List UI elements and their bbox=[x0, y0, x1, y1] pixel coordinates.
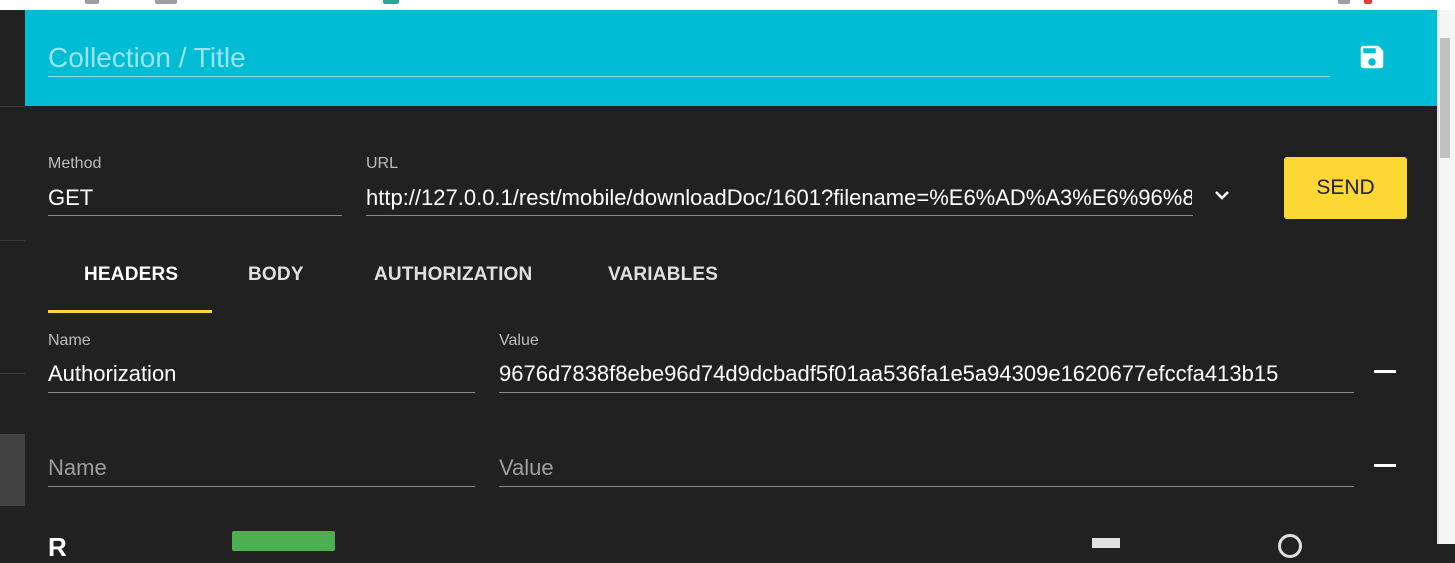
scrollbar[interactable] bbox=[1437, 10, 1455, 544]
collections-sidebar bbox=[0, 10, 25, 544]
header-name-input[interactable]: Authorization bbox=[48, 361, 468, 387]
header-value-label: Value bbox=[499, 332, 539, 349]
url-input[interactable]: http://127.0.0.1/rest/mobile/downloadDoc… bbox=[366, 185, 1192, 211]
tab-authorization[interactable]: AUTHORIZATION bbox=[374, 264, 532, 286]
new-header-name-input[interactable]: Name bbox=[48, 455, 107, 481]
url-label: URL bbox=[366, 155, 399, 172]
header-value-input[interactable]: 9676d7838f8ebe96d74d9dcbadf5f01aa536fa1e… bbox=[499, 361, 1353, 387]
browser-icon bbox=[85, 0, 99, 4]
scrollbar-edge bbox=[1437, 10, 1439, 544]
browser-icon bbox=[1338, 0, 1350, 4]
tab-variables[interactable]: VARIABLES bbox=[608, 264, 718, 286]
collection-title-input[interactable] bbox=[48, 40, 1330, 77]
method-label: Method bbox=[48, 155, 102, 172]
sidebar-divider bbox=[0, 106, 25, 107]
method-select[interactable]: GET bbox=[48, 185, 338, 211]
request-header bbox=[25, 10, 1437, 106]
response-title: R bbox=[48, 532, 67, 562]
status-badge bbox=[232, 531, 335, 551]
size-icon bbox=[1092, 538, 1120, 548]
url-underline bbox=[366, 215, 1193, 216]
remove-header-icon[interactable] bbox=[1374, 370, 1396, 373]
timer-icon bbox=[1278, 534, 1302, 558]
save-icon[interactable] bbox=[1357, 42, 1387, 72]
browser-icon bbox=[155, 0, 177, 4]
remove-header-icon[interactable] bbox=[1374, 464, 1396, 467]
method-underline bbox=[48, 215, 342, 216]
scrollbar-thumb[interactable] bbox=[1440, 38, 1450, 158]
chevron-down-icon[interactable] bbox=[1210, 183, 1234, 207]
new-header-value-underline bbox=[499, 486, 1354, 487]
browser-icon bbox=[1364, 0, 1372, 4]
sidebar-divider bbox=[0, 373, 25, 374]
sidebar-divider bbox=[0, 240, 25, 241]
header-name-label: Name bbox=[48, 332, 91, 349]
browser-icon bbox=[383, 0, 399, 4]
new-header-value-input[interactable]: Value bbox=[499, 455, 554, 481]
header-value-underline bbox=[499, 392, 1354, 393]
header-name-underline bbox=[48, 392, 475, 393]
browser-toolbar-strip bbox=[0, 0, 1455, 10]
tab-body[interactable]: BODY bbox=[248, 264, 304, 286]
send-button[interactable]: SEND bbox=[1284, 157, 1407, 219]
new-header-name-underline bbox=[48, 486, 475, 487]
tab-headers[interactable]: HEADERS bbox=[84, 264, 178, 286]
active-tab-indicator bbox=[48, 310, 212, 313]
sidebar-item-selected[interactable] bbox=[0, 434, 25, 506]
